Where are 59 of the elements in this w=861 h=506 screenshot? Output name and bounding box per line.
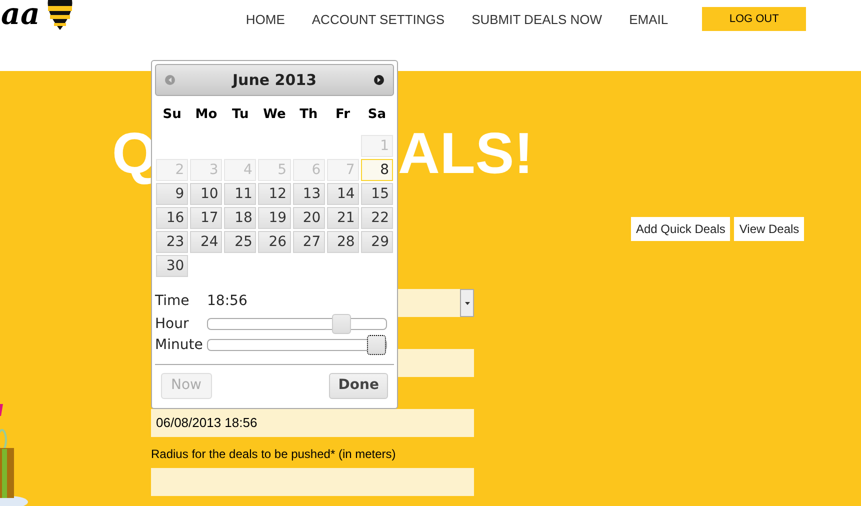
time-value: 18:56 — [207, 292, 248, 310]
day-cell[interactable]: 12 — [258, 182, 291, 204]
day-cell[interactable]: 15 — [360, 182, 393, 204]
previous-month-icon[interactable] — [165, 75, 175, 85]
radius-label: Radius for the deals to be pushed* (in meters) — [151, 446, 397, 462]
action-button[interactable]: View Deals — [734, 217, 804, 241]
day-cell: 7 — [326, 158, 359, 180]
day-cell[interactable]: 14 — [326, 182, 359, 204]
nav-link[interactable]: SUBMIT DEALS NOW — [472, 10, 602, 30]
done-button[interactable]: Done — [329, 372, 388, 398]
nav-link[interactable]: EMAIL — [629, 10, 668, 30]
day-cell: 5 — [258, 158, 291, 180]
weekday-label: Fr — [334, 106, 351, 124]
weekday-label: Sa — [366, 106, 387, 124]
radius-field[interactable] — [151, 468, 474, 496]
day-cell[interactable]: 23 — [156, 230, 188, 252]
weekday-label: Mo — [194, 106, 218, 124]
day-cell[interactable]: 13 — [292, 182, 325, 204]
time-label: Time — [155, 292, 190, 310]
page-heading: ALS! — [398, 121, 534, 186]
next-month-icon[interactable] — [374, 75, 384, 85]
day-cell[interactable]: 11 — [224, 182, 256, 204]
month-title: June 2013 — [232, 70, 317, 91]
day-cell[interactable]: 10 — [190, 182, 222, 204]
logo-text: aa — [1, 0, 40, 30]
date-field[interactable]: 06/08/2013 18:56 — [151, 409, 474, 437]
bee-pin-icon — [46, 0, 74, 30]
day-cell[interactable]: 22 — [360, 206, 393, 228]
slider-label: Minute — [155, 336, 204, 354]
day-cell[interactable]: 27 — [292, 230, 325, 252]
weekday-label: Su — [162, 106, 182, 124]
day-cell: 3 — [190, 158, 222, 180]
day-cell[interactable]: 17 — [190, 206, 222, 228]
day-cell: 2 — [156, 158, 188, 180]
day-cell[interactable]: 24 — [190, 230, 222, 252]
day-cell[interactable]: 8 — [360, 158, 393, 180]
action-button[interactable]: Add Quick Deals — [631, 217, 730, 241]
day-cell[interactable]: 18 — [224, 206, 256, 228]
logout-button[interactable]: LOG OUT — [702, 7, 806, 31]
weekday-label: We — [262, 106, 287, 124]
day-cell: 1 — [360, 134, 393, 156]
day-cell[interactable]: 25 — [224, 230, 256, 252]
nav-link[interactable]: HOME — [246, 10, 285, 30]
day-cell[interactable]: 26 — [258, 230, 291, 252]
weekday-label: Tu — [231, 106, 250, 124]
slider-label: Hour — [155, 314, 190, 334]
day-cell[interactable]: 21 — [326, 206, 359, 228]
day-cell[interactable]: 16 — [156, 206, 188, 228]
day-cell: 6 — [292, 158, 325, 180]
weekday-label: Th — [298, 106, 319, 124]
day-cell[interactable]: 30 — [156, 254, 188, 276]
day-cell[interactable]: 19 — [258, 206, 291, 228]
day-cell: 4 — [224, 158, 256, 180]
nav-link[interactable]: ACCOUNT SETTINGS — [312, 10, 445, 30]
slider-thumb[interactable] — [367, 335, 386, 355]
day-cell[interactable]: 20 — [292, 206, 325, 228]
day-cell[interactable]: 29 — [360, 230, 393, 252]
day-cell[interactable]: 28 — [326, 230, 359, 252]
day-cell[interactable]: 9 — [156, 182, 188, 204]
